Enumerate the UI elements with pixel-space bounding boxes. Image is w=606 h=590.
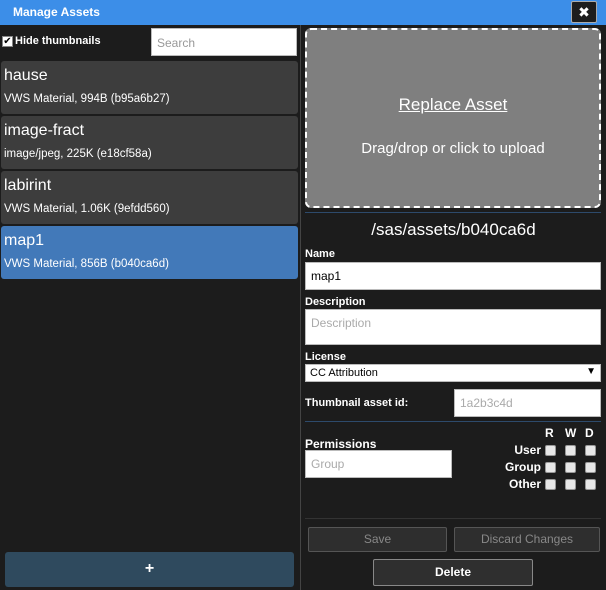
replace-asset-link[interactable]: Replace Asset <box>307 95 599 115</box>
separator <box>305 421 601 422</box>
close-button[interactable]: ✖ <box>571 1 597 23</box>
separator <box>305 518 601 519</box>
thumbnail-input[interactable]: 1a2b3c4d <box>454 389 601 417</box>
drop-hint: Drag/drop or click to upload <box>361 140 545 157</box>
save-button[interactable]: Save <box>308 527 447 552</box>
perm-col-write: W <box>565 426 577 440</box>
asset-item-selected[interactable]: map1 VWS Material, 856B (b040ca6d) <box>1 226 298 279</box>
asset-item[interactable]: labirint VWS Material, 1.06K (9efdd560) <box>1 171 298 224</box>
dropdown-arrow-icon: ▼ <box>586 366 596 377</box>
asset-name: labirint <box>4 177 52 194</box>
asset-item[interactable]: hause VWS Material, 994B (b95a6b27) <box>1 61 298 114</box>
window-title: Manage Assets <box>13 5 100 19</box>
asset-detail-panel: Replace Asset Drag/drop or click to uplo… <box>301 25 606 590</box>
hide-thumbnails-toggle[interactable]: ✔ Hide thumbnails <box>2 35 101 47</box>
perm-col-delete: D <box>585 426 594 440</box>
search-input[interactable]: Search <box>151 28 297 56</box>
license-select[interactable]: CC Attribution ▼ <box>305 364 601 382</box>
perm-user-read-checkbox[interactable] <box>545 445 556 456</box>
hide-thumbnails-checkbox[interactable]: ✔ <box>2 35 13 47</box>
permissions-label: Permissions <box>305 437 377 451</box>
title-bar: Manage Assets ✖ <box>0 0 606 25</box>
name-input[interactable]: map1 <box>305 262 601 290</box>
perm-row-group: Group <box>505 460 541 474</box>
hide-thumbnails-label: Hide thumbnails <box>15 35 101 47</box>
license-value: CC Attribution <box>310 367 378 379</box>
asset-item[interactable]: image-fract image/jpeg, 225K (e18cf58a) <box>1 116 298 169</box>
thumbnail-label: Thumbnail asset id: <box>305 397 409 409</box>
perm-group-read-checkbox[interactable] <box>545 462 556 473</box>
upload-dropzone[interactable]: Replace Asset Drag/drop or click to uplo… <box>305 28 601 208</box>
perm-group-write-checkbox[interactable] <box>565 462 576 473</box>
perm-user-delete-checkbox[interactable] <box>585 445 596 456</box>
name-label: Name <box>305 248 335 260</box>
perm-col-read: R <box>545 426 554 440</box>
asset-meta: image/jpeg, 225K (e18cf58a) <box>4 148 152 160</box>
description-label: Description <box>305 296 366 308</box>
group-input[interactable]: Group <box>305 450 452 478</box>
asset-sidebar: ✔ Hide thumbnails Search hause VWS Mater… <box>0 25 300 590</box>
asset-name: image-fract <box>4 122 85 139</box>
perm-other-read-checkbox[interactable] <box>545 479 556 490</box>
perm-row-user: User <box>514 443 541 457</box>
delete-button[interactable]: Delete <box>373 559 533 586</box>
perm-user-write-checkbox[interactable] <box>565 445 576 456</box>
asset-name: hause <box>4 67 48 84</box>
add-asset-button[interactable]: + <box>5 552 294 587</box>
perm-group-delete-checkbox[interactable] <box>585 462 596 473</box>
perm-other-write-checkbox[interactable] <box>565 479 576 490</box>
license-label: License <box>305 351 346 363</box>
discard-changes-button[interactable]: Discard Changes <box>454 527 600 552</box>
asset-meta: VWS Material, 1.06K (9efdd560) <box>4 203 170 215</box>
asset-meta: VWS Material, 856B (b040ca6d) <box>4 258 169 270</box>
description-input[interactable]: Description <box>305 309 601 345</box>
asset-meta: VWS Material, 994B (b95a6b27) <box>4 93 170 105</box>
separator <box>305 212 601 213</box>
perm-row-other: Other <box>508 477 541 491</box>
asset-name: map1 <box>4 232 45 249</box>
asset-path: /sas/assets/b040ca6d <box>371 220 536 239</box>
perm-other-delete-checkbox[interactable] <box>585 479 596 490</box>
